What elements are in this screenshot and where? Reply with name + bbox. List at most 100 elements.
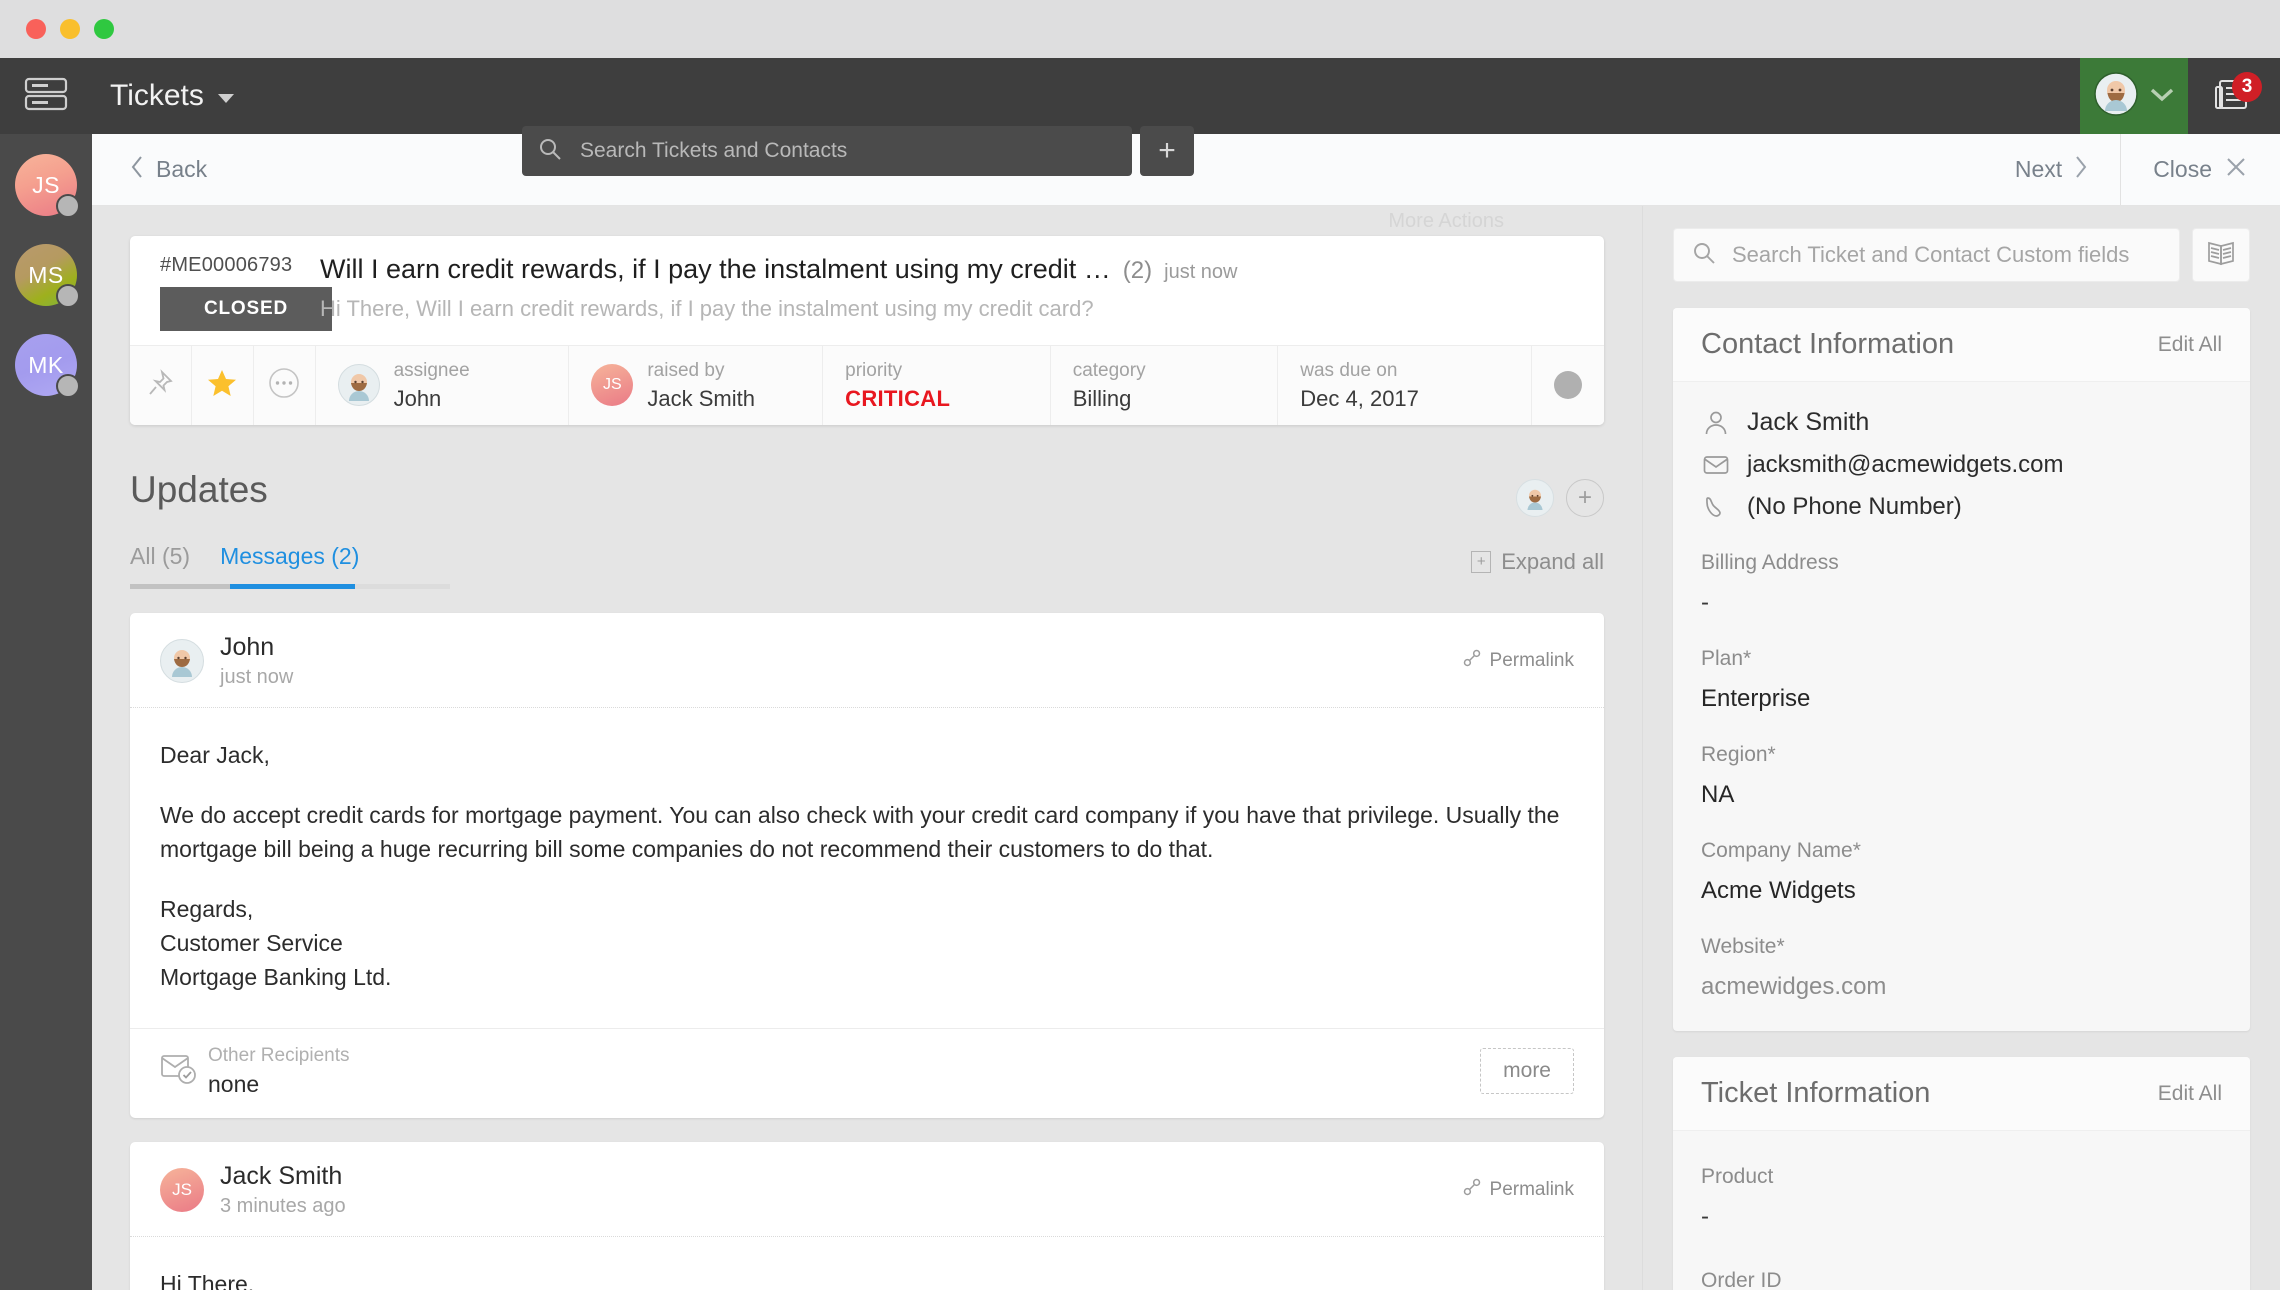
updates-tabs-row: All (5) Messages (2) + Expand all [130, 543, 1604, 589]
link-icon [1462, 648, 1482, 674]
user-menu-button[interactable] [2080, 58, 2188, 134]
contact-phone-row[interactable]: (No Phone Number) [1701, 493, 2222, 521]
ticket-information-card: Ticket Information Edit All Product - Or… [1673, 1057, 2250, 1290]
field-label: Region* [1701, 743, 1776, 766]
custom-field-search-input[interactable]: Search Ticket and Contact Custom fields [1673, 228, 2180, 282]
expand-all-label: Expand all [1501, 548, 1604, 574]
ticket-id[interactable]: #ME00006793 [160, 254, 320, 277]
ticket-edit-all-button[interactable]: Edit All [2158, 1082, 2222, 1106]
field-value[interactable]: Acme Widgets [1701, 877, 2222, 905]
watcher-avatar[interactable] [1516, 478, 1554, 517]
requester-label: raised by [647, 360, 725, 381]
field-label: Product [1701, 1165, 1774, 1188]
message-card: JS Jack Smith 3 minutes ago Permalink Hi… [130, 1141, 1604, 1290]
quick-add-button[interactable]: + [1140, 126, 1194, 176]
tab-all[interactable]: All (5) [130, 543, 190, 584]
envelope-check-icon [160, 1053, 208, 1090]
contact-email: jacksmith@acmewidgets.com [1747, 451, 2064, 478]
ticket-updated-time: just now [1164, 261, 1238, 283]
ticket-category-field[interactable]: category Billing [1051, 346, 1279, 425]
avatar [160, 638, 204, 683]
agent-rail: JS MS MK [0, 134, 92, 1290]
main-area: More Actions #ME00006793 CLOSED Will I e… [92, 206, 2280, 1290]
contact-field: Plan* Enterprise [1701, 647, 2222, 713]
star-icon [207, 368, 237, 403]
close-label: Close [2153, 156, 2212, 182]
rail-avatar-ms[interactable]: MS [15, 244, 80, 308]
menu-toggle-button[interactable] [0, 74, 92, 119]
module-title-label: Tickets [110, 79, 204, 112]
assignee-label: assignee [393, 360, 470, 381]
ticket-more-actions-button[interactable] [254, 346, 316, 425]
next-ticket-button[interactable]: Next [1983, 134, 2120, 205]
field-value[interactable]: NA [1701, 781, 2222, 809]
ticket-assignee-field[interactable]: assignee John [316, 346, 570, 425]
star-ticket-button[interactable] [192, 346, 254, 425]
field-value[interactable]: - [1701, 1203, 2222, 1231]
pin-ticket-button[interactable] [130, 346, 192, 425]
field-value[interactable]: Enterprise [1701, 685, 2222, 713]
ticket-requester-field[interactable]: JS raised by Jack Smith [569, 346, 824, 425]
permalink-button[interactable]: Permalink [1462, 1177, 1574, 1203]
ticket-priority-field[interactable]: priority CRITICAL [823, 346, 1051, 425]
close-ticket-view-button[interactable]: Close [2121, 134, 2280, 205]
message-body: Dear Jack, We do accept credit cards for… [130, 708, 1604, 1028]
assignee-value: John [393, 385, 442, 411]
hamburger-icon [23, 74, 69, 119]
field-label: Order ID [1701, 1269, 1782, 1290]
ticket-card-title: Ticket Information [1701, 1077, 1931, 1109]
status-badge[interactable]: CLOSED [160, 287, 332, 331]
window-title-bar [0, 0, 2280, 58]
back-label: Back [156, 156, 208, 182]
notification-count-badge: 3 [2232, 72, 2262, 102]
pin-icon [146, 369, 174, 402]
tab-messages[interactable]: Messages (2) [220, 543, 359, 584]
ticket-status-indicator[interactable] [1532, 346, 1604, 425]
expand-all-button[interactable]: + Expand all [1471, 549, 1604, 589]
permalink-button[interactable]: Permalink [1462, 648, 1574, 674]
permalink-label: Permalink [1489, 1178, 1574, 1200]
message-body: Hi There, Will I earn credit rewards, if… [130, 1237, 1604, 1290]
link-icon [1462, 1177, 1482, 1203]
global-search-input[interactable]: Search Tickets and Contacts [522, 126, 1132, 176]
window-maximize-button[interactable] [94, 19, 114, 39]
field-value[interactable]: acmewidges.com [1701, 973, 2222, 1001]
avatar: JS [160, 1167, 204, 1212]
field-label: Company Name* [1701, 839, 1861, 862]
add-watcher-button[interactable]: + [1566, 478, 1604, 517]
search-icon [1692, 241, 1716, 270]
contact-phone: (No Phone Number) [1747, 493, 1962, 520]
field-value[interactable]: - [1701, 589, 2222, 617]
rail-avatar-initials: JS [32, 171, 60, 198]
top-bar-right-cluster: 3 [2080, 58, 2280, 134]
next-label: Next [2014, 156, 2063, 182]
news-feed-button[interactable]: 3 [2188, 58, 2280, 134]
knowledge-base-button[interactable] [2192, 228, 2250, 282]
page-title[interactable]: Will I earn credit rewards, if I pay the… [320, 254, 1111, 285]
priority-label: priority [845, 360, 903, 381]
rail-avatar-mk[interactable]: MK [15, 334, 80, 398]
contact-field: Region* NA [1701, 743, 2222, 809]
envelope-icon [1701, 455, 1731, 475]
category-value: Billing [1072, 385, 1132, 411]
window-minimize-button[interactable] [60, 19, 80, 39]
global-search-area: Search Tickets and Contacts + [522, 126, 1194, 176]
rail-avatar-js[interactable]: JS [15, 154, 80, 218]
message-author: John [220, 632, 275, 661]
tab-underline [130, 583, 450, 589]
window-close-button[interactable] [26, 19, 46, 39]
back-button[interactable]: Back [130, 155, 207, 185]
contact-name-row[interactable]: Jack Smith [1701, 408, 2222, 437]
contact-email-row[interactable]: jacksmith@acmewidgets.com [1701, 451, 2222, 479]
ticket-due-field[interactable]: was due on Dec 4, 2017 [1278, 346, 1533, 425]
message-timestamp: just now [220, 665, 294, 688]
more-actions-peek-label[interactable]: More Actions [130, 206, 1604, 236]
contact-edit-all-button[interactable]: Edit All [2158, 333, 2222, 357]
category-label: category [1072, 360, 1146, 381]
message-more-button[interactable]: more [1480, 1048, 1574, 1095]
chevron-down-icon [217, 94, 234, 103]
contact-field: Website* acmewidges.com [1701, 935, 2222, 1001]
module-switcher[interactable]: Tickets [110, 79, 234, 113]
updates-header: Updates + [130, 469, 1604, 517]
other-recipients-value: none [208, 1070, 260, 1097]
